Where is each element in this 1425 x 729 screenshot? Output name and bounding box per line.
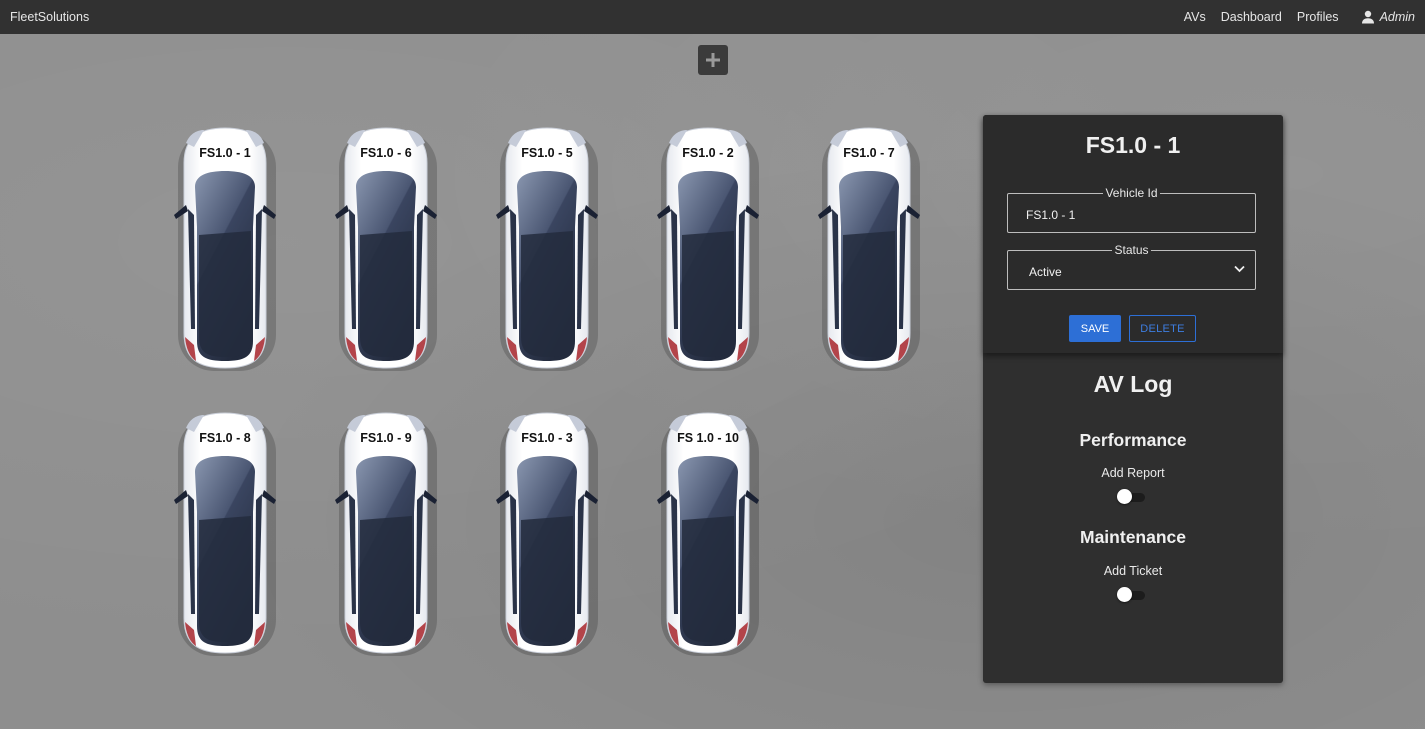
vehicle-label: FS1.0 - 6: [360, 146, 412, 160]
plus-icon: [706, 53, 720, 67]
vehicle-card[interactable]: FS1.0 - 9: [325, 408, 447, 658]
vehicle-card[interactable]: FS1.0 - 5: [486, 123, 608, 373]
vehicle-card[interactable]: FS1.0 - 6: [325, 123, 447, 373]
vehicle-card[interactable]: FS1.0 - 3: [486, 408, 608, 658]
vehicle-label: FS1.0 - 7: [843, 146, 895, 160]
nav-link-avs[interactable]: AVs: [1184, 10, 1206, 24]
vehicle-label: FS1.0 - 9: [360, 431, 412, 445]
vehicle-label: FS 1.0 - 10: [677, 431, 739, 445]
vehicle-label: FS1.0 - 2: [682, 146, 734, 160]
car-icon: [334, 412, 438, 657]
vehicle-label: FS1.0 - 8: [199, 431, 251, 445]
status-select[interactable]: Status Active: [1007, 243, 1256, 290]
chevron-down-icon: [1234, 265, 1245, 273]
vehicle-label: FS1.0 - 1: [199, 146, 251, 160]
vehicle-details-panel: FS1.0 - 1 Vehicle Id FS1.0 - 1 Status Ac…: [983, 115, 1283, 683]
car-icon: [495, 127, 599, 372]
brand-name[interactable]: FleetSolutions: [10, 10, 1169, 24]
vehicle-id-field[interactable]: Vehicle Id FS1.0 - 1: [1007, 186, 1256, 233]
vehicle-card[interactable]: FS1.0 - 7: [808, 123, 930, 373]
vehicle-card[interactable]: FS1.0 - 8: [164, 408, 286, 658]
car-icon: [173, 127, 277, 372]
vehicle-id-input[interactable]: FS1.0 - 1: [1026, 208, 1075, 222]
nav-link-profiles[interactable]: Profiles: [1297, 10, 1339, 24]
performance-title: Performance: [1079, 430, 1187, 450]
car-icon: [334, 127, 438, 372]
nav-link-dashboard[interactable]: Dashboard: [1221, 10, 1282, 24]
top-navbar: FleetSolutions AVs Dashboard Profiles Ad…: [0, 0, 1425, 34]
maintenance-title: Maintenance: [1080, 527, 1186, 547]
toggle-thumb: [1117, 489, 1132, 504]
panel-title: FS1.0 - 1: [1085, 132, 1181, 158]
add-report-label: Add Report: [1101, 466, 1165, 480]
car-icon: [656, 127, 760, 372]
status-value: Active: [1029, 265, 1062, 279]
add-report-toggle[interactable]: [1117, 489, 1145, 504]
car-icon: [817, 127, 921, 372]
toggle-thumb: [1117, 587, 1132, 602]
save-button[interactable]: SAVE: [1069, 315, 1121, 342]
car-icon: [173, 412, 277, 657]
vehicle-card[interactable]: FS 1.0 - 10: [647, 408, 769, 658]
user-name: Admin: [1379, 10, 1415, 24]
vehicle-card[interactable]: FS1.0 - 1: [164, 123, 286, 373]
av-log-title: AV Log: [1093, 371, 1173, 397]
user-menu[interactable]: Admin: [1361, 10, 1415, 24]
vehicle-card[interactable]: FS1.0 - 2: [647, 123, 769, 373]
add-ticket-label: Add Ticket: [1103, 564, 1163, 578]
vehicle-label: FS1.0 - 5: [521, 146, 573, 160]
vehicle-label: FS1.0 - 3: [521, 431, 573, 445]
add-vehicle-button[interactable]: [698, 45, 728, 75]
vehicle-edit-section: FS1.0 - 1 Vehicle Id FS1.0 - 1 Status Ac…: [983, 115, 1283, 353]
car-icon: [495, 412, 599, 657]
delete-button[interactable]: DELETE: [1129, 315, 1196, 342]
vehicle-id-label: Vehicle Id: [1103, 186, 1160, 200]
car-icon: [656, 412, 760, 657]
user-icon: [1361, 10, 1374, 24]
status-label: Status: [1112, 243, 1151, 257]
add-ticket-toggle[interactable]: [1117, 587, 1145, 602]
